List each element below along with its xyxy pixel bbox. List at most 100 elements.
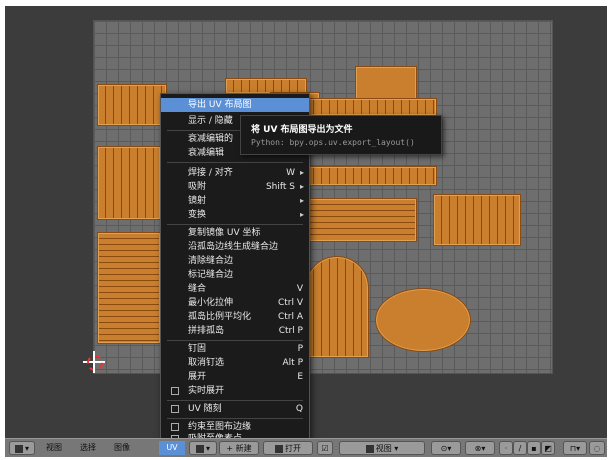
proportional-edit-toggle[interactable]: ◌ (589, 441, 605, 455)
menu-item-mirror[interactable]: 镜射 ▸ (161, 194, 309, 208)
menu-item-shortcut: W (286, 168, 295, 178)
menu-separator (167, 400, 303, 401)
uv-island[interactable] (305, 98, 437, 116)
menu-item-live-unwrap[interactable]: 实时展开 (161, 384, 309, 398)
menu-item-average-island-scale[interactable]: 孤岛比例平均化 Ctrl A (161, 310, 309, 324)
uv-island[interactable] (305, 198, 417, 242)
menu-item-label: 复制镜像 UV 坐标 (188, 228, 261, 238)
view-mode-icon (365, 444, 374, 453)
menu-item-pack-islands[interactable]: 拼排孤岛 Ctrl P (161, 324, 309, 338)
menu-item-shortcut: V (296, 284, 303, 294)
editor-header: ▾ 视图 选择 图像 UV ▾ + 新建 打开 ☑ 视图 ▾ ⊙▾ ⊗▾ · /… (5, 438, 607, 457)
chevron-right-icon: ▸ (299, 210, 304, 219)
mode-select[interactable]: 视图 ▾ (339, 441, 425, 455)
uv-editor-window: 导出 UV 布局图 显示 / 隐藏 衰减编辑的 衰减编辑 焊接 / 对齐 W ▸ 吸… (0, 0, 613, 460)
new-image-label: 新建 (235, 444, 252, 453)
menu-item-stitch[interactable]: 缝合 V (161, 282, 309, 296)
menu-item-label: 吸附 (188, 182, 207, 192)
open-image-label: 打开 (285, 444, 301, 453)
menu-uvs[interactable]: UV (159, 441, 185, 455)
menu-item-unpin[interactable]: 取消钉选 Alt P (161, 356, 309, 370)
tooltip: 将 UV 布局图导出为文件 Python: bpy.ops.uv.export_… (240, 115, 442, 155)
mode-select-label: 视图 (375, 444, 392, 453)
checkbox-icon (171, 405, 179, 413)
open-image-button[interactable]: 打开 (263, 441, 313, 455)
menu-item-label: 实时展开 (188, 386, 225, 396)
uv-island[interactable] (305, 166, 437, 186)
new-image-button[interactable]: + 新建 (219, 441, 259, 455)
menu-item-label: 焊接 / 对齐 (188, 168, 233, 178)
menu-item-label: 导出 UV 布局图 (188, 100, 252, 110)
menu-item-shortcut: Ctrl P (278, 326, 303, 336)
menu-item-label: 变换 (188, 210, 207, 220)
image-icon (195, 444, 204, 453)
menu-item-label: 沿孤岛边线生成缝合边 (188, 242, 279, 252)
tooltip-title: 将 UV 布局图导出为文件 (251, 125, 353, 135)
menu-select[interactable]: 选择 (75, 441, 101, 455)
menu-item-label: 清除缝合边 (188, 256, 234, 266)
menu-separator (167, 340, 303, 341)
menu-item-unwrap[interactable]: 展开 E (161, 370, 309, 384)
menu-item-label: 最小化拉伸 (188, 298, 234, 308)
menu-item-label: 孤岛比例平均化 (188, 312, 252, 322)
menu-item-label: 钉固 (188, 344, 207, 354)
editor-type-button[interactable]: ▾ (9, 441, 35, 455)
menu-item-shortcut: Ctrl A (277, 312, 303, 322)
menu-item-shortcut: Ctrl V (277, 298, 303, 308)
uv-island[interactable] (97, 146, 161, 220)
checkbox-icon (171, 423, 179, 431)
editor-type-icon (14, 444, 23, 453)
menu-item-label: 展开 (188, 372, 207, 382)
menu-item-mark-seam[interactable]: 标记缝合边 (161, 268, 309, 282)
menu-item-label: 镜射 (188, 196, 207, 206)
menu-image[interactable]: 图像 (109, 441, 135, 455)
menu-item-copy-mirrored-uv[interactable]: 复制镜像 UV 坐标 (161, 226, 309, 240)
menu-separator (167, 162, 303, 163)
menu-item-shortcut: P (297, 344, 303, 354)
snap-toggle[interactable]: ⊓▾ (563, 441, 587, 455)
menu-item-label: 缝合 (188, 284, 207, 294)
menu-item-shortcut: Alt P (282, 358, 303, 368)
menu-separator (167, 224, 303, 225)
menu-item-label: 显示 / 隐藏 (188, 116, 233, 126)
menu-item-label: 取消钉选 (188, 358, 225, 368)
menu-item-seams-from-islands[interactable]: 沿孤岛边线生成缝合边 (161, 240, 309, 254)
menu-item-label: UV 随刻 (188, 404, 222, 414)
chevron-right-icon: ▸ (299, 168, 304, 177)
uv-island[interactable] (433, 194, 521, 246)
folder-icon (275, 444, 283, 453)
menu-item-shortcut: Shift S (265, 182, 295, 192)
uv-island[interactable] (375, 288, 471, 352)
uv-island[interactable] (305, 256, 369, 358)
menu-item-export-uv-layout[interactable]: 导出 UV 布局图 (161, 98, 309, 112)
sticky-select[interactable]: ⊗▾ (465, 441, 495, 455)
chevron-right-icon: ▸ (299, 182, 304, 191)
menu-item-shortcut: E (297, 372, 303, 382)
menu-item-pin[interactable]: 钉固 P (161, 342, 309, 356)
tooltip-python: Python: bpy.ops.uv.export_layout() (251, 138, 415, 147)
menu-item-clear-seam[interactable]: 清除缝合边 (161, 254, 309, 268)
chevron-right-icon: ▸ (299, 196, 304, 205)
image-browse-button[interactable]: ▾ (189, 441, 217, 455)
menu-item-uv-sculpt[interactable]: UV 随刻 Q (161, 402, 309, 416)
menu-separator (167, 418, 303, 419)
checkbox-icon (171, 387, 179, 395)
select-mode-edge[interactable]: / (513, 441, 527, 455)
menu-view[interactable]: 视图 (41, 441, 67, 455)
uv-island[interactable] (97, 84, 167, 126)
select-mode-island[interactable]: ◩ (541, 441, 555, 455)
menu-item-label: 衰减编辑 (188, 148, 225, 158)
2d-cursor-icon[interactable] (83, 351, 105, 373)
menu-item-snap[interactable]: 吸附 Shift S ▸ (161, 180, 309, 194)
menu-item-label: 衰减编辑的 (188, 134, 234, 144)
pin-image-button[interactable]: ☑ (317, 441, 333, 455)
menu-item-weld-align[interactable]: 焊接 / 对齐 W ▸ (161, 166, 309, 180)
uv-island[interactable] (97, 232, 161, 344)
menu-item-shortcut: Q (295, 404, 303, 414)
select-mode-vertex[interactable]: · (499, 441, 513, 455)
menu-item-minimize-stretch[interactable]: 最小化拉伸 Ctrl V (161, 296, 309, 310)
menu-item-transform[interactable]: 变换 ▸ (161, 208, 309, 222)
menu-item-label: 拼排孤岛 (188, 326, 225, 336)
select-mode-face[interactable]: ▪ (527, 441, 541, 455)
pivot-select[interactable]: ⊙▾ (431, 441, 461, 455)
